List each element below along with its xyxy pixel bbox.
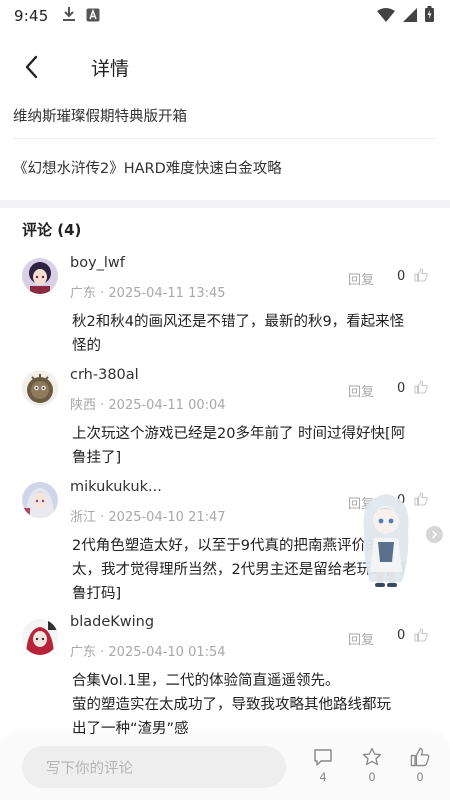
back-button[interactable] <box>12 47 52 87</box>
avatar[interactable] <box>22 619 58 655</box>
like-count: 0 <box>397 269 406 284</box>
app-notification-icon <box>86 7 100 26</box>
comment-username[interactable]: mikukukuk... <box>70 479 162 495</box>
thumbs-up-icon <box>410 747 430 767</box>
like-count: 0 <box>397 381 406 396</box>
favorite-button[interactable]: 0 <box>359 747 385 784</box>
battery-icon <box>425 6 434 26</box>
comment-text-line: 上次玩这个游戏已经是20多年前了 时间过得好快[阿 <box>72 426 406 442</box>
floating-mascot[interactable] <box>350 486 422 590</box>
comment-text-line: 合集Vol.1里，二代的体验简直遥遥领先。 <box>72 673 340 689</box>
status-time: 9:45 <box>14 7 49 25</box>
section-separator <box>0 200 450 208</box>
avatar[interactable] <box>22 370 58 406</box>
comment-text-line: 怪的 <box>72 338 101 354</box>
comment-text: 上次玩这个游戏已经是20多年前了 时间过得好快[阿 鲁挂了] <box>72 422 432 470</box>
comment-bubble-icon <box>314 749 332 766</box>
comment-username[interactable]: boy_lwf <box>70 255 125 271</box>
comment-text: 合集Vol.1里，二代的体验简直遥遥领先。 萤的塑造实在太成功了，导致我攻略其他… <box>72 669 432 741</box>
star-icon <box>362 747 382 766</box>
like-total-count: 0 <box>416 770 424 784</box>
avatar[interactable] <box>22 258 58 294</box>
comment-username[interactable]: bladeKwing <box>70 614 154 630</box>
comments-section-title: 评论 (4) <box>22 221 82 239</box>
comment-text: 秋2和秋4的画风还是不错了，最新的秋9，看起来怪 怪的 <box>72 310 432 358</box>
app-header: 详情 <box>0 40 450 94</box>
divider <box>13 138 437 139</box>
thumbs-up-icon[interactable] <box>414 267 428 286</box>
comment-input[interactable]: 写下你的评论 <box>22 746 286 788</box>
avatar[interactable] <box>22 482 58 518</box>
page-title: 详情 <box>91 57 130 80</box>
comment-meta: 广东 · 2025-04-10 01:54 <box>70 645 226 660</box>
comment-text-line: 萤的塑造实在太成功了，导致我攻略其他路线都玩 <box>72 697 391 713</box>
bottom-action-bar: 写下你的评论 4 0 0 <box>0 735 450 800</box>
chevron-right-icon <box>431 530 438 539</box>
comment-text-line: 秋2和秋4的画风还是不错了，最新的秋9，看起来怪 <box>72 314 405 330</box>
comment-meta: 陕西 · 2025-04-11 00:04 <box>70 398 226 413</box>
back-arrow-icon <box>25 55 38 79</box>
thumbs-up-icon[interactable] <box>414 379 428 398</box>
reply-button[interactable]: 回复 <box>348 269 374 288</box>
download-icon <box>62 6 76 26</box>
status-bar: 9:45 <box>0 0 450 32</box>
comment-meta: 浙江 · 2025-04-10 21:47 <box>70 510 226 525</box>
like-count: 0 <box>397 628 406 643</box>
comment-username[interactable]: crh-380al <box>70 367 139 383</box>
like-button[interactable]: 0 <box>407 747 433 784</box>
reply-button[interactable]: 回复 <box>348 381 374 400</box>
comments-button[interactable]: 4 <box>310 747 336 784</box>
favorite-count: 0 <box>368 770 376 784</box>
wifi-icon <box>377 7 395 26</box>
reply-button[interactable]: 回复 <box>348 629 374 648</box>
signal-icon <box>403 7 417 26</box>
related-article-link[interactable]: 维纳斯璀璨假期特典版开箱 <box>13 105 437 126</box>
comment-meta: 广东 · 2025-04-11 13:45 <box>70 286 226 301</box>
thumbs-up-icon[interactable] <box>414 627 428 646</box>
related-article-link[interactable]: 《幻想水浒传2》HARD难度快速白金攻略 <box>13 157 437 178</box>
float-expand-button[interactable] <box>426 526 443 543</box>
comment-text-line: 鲁挂了] <box>72 450 122 466</box>
comments-count: 4 <box>319 770 327 784</box>
